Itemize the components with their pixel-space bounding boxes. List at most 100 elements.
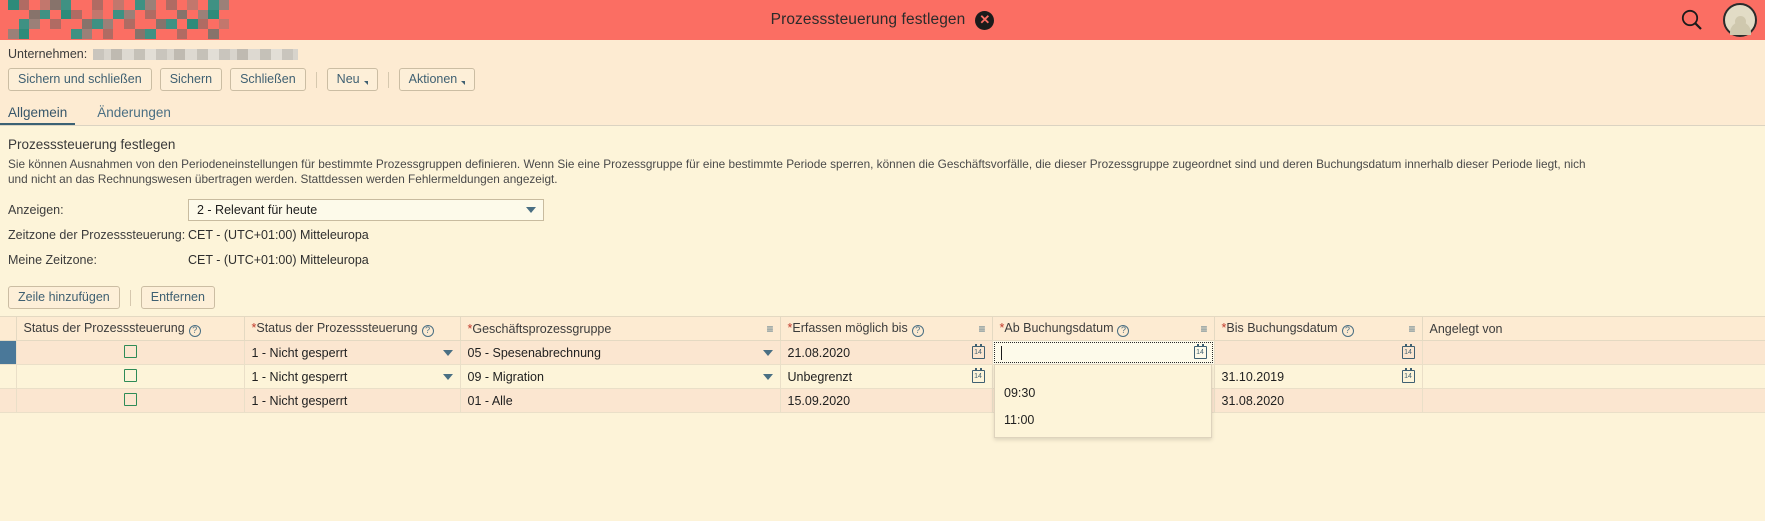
row-selection-marker[interactable] — [0, 388, 17, 413]
section-title: Prozesssteuerung festlegen — [8, 137, 176, 152]
help-icon[interactable]: ? — [188, 324, 201, 337]
posting-from-input[interactable]: 14 — [993, 342, 1213, 363]
th-text: Ab Buchungsdatum — [1004, 321, 1114, 336]
action-toolbar: Sichern und schließen Sichern Schließen … — [8, 62, 1757, 98]
tab-allgemein[interactable]: Allgemein — [0, 105, 76, 126]
add-row-button[interactable]: Zeile hinzufügen — [8, 286, 120, 309]
sort-filter-icon[interactable]: ≡ — [978, 322, 985, 336]
close-icon[interactable]: ✕ — [975, 10, 995, 30]
sort-filter-icon[interactable]: ≡ — [766, 322, 773, 336]
cell-inner: 05 - Spesenabrechnung — [468, 341, 773, 364]
cell-capture-until[interactable]: 15.09.2020 — [780, 388, 993, 413]
th-text: Status der Prozesssteuerung — [256, 321, 418, 336]
cell-group[interactable]: 09 - Migration — [460, 364, 781, 389]
cell-status[interactable]: 1 - Nicht gesperrt — [244, 388, 461, 413]
cell-inner: 09 - Migration — [468, 365, 773, 388]
top-app-bar: Prozesssteuerung festlegen ✕ — [0, 0, 1765, 40]
th-status-der-prozesssteuerung-readonly[interactable]: Status der Prozesssteuerung? — [16, 316, 245, 341]
company-label: Unternehmen: — [8, 46, 88, 61]
calendar-icon-label: 14 — [1196, 349, 1204, 356]
table-toolbar-divider — [129, 289, 131, 306]
remove-row-button[interactable]: Entfernen — [140, 286, 215, 309]
th-inner: *Status der Prozesssteuerung? — [252, 321, 453, 337]
checkbox[interactable] — [123, 368, 137, 382]
help-icon[interactable]: ? — [911, 324, 924, 337]
chevron-down-icon[interactable] — [442, 373, 453, 380]
calendar-icon-label: 14 — [974, 373, 982, 380]
calendar-icon[interactable]: 14 — [971, 344, 985, 359]
chevron-down-icon — [363, 81, 368, 85]
calendar-icon[interactable]: 14 — [1401, 368, 1415, 383]
cell-capture-until[interactable]: 21.08.2020 14 — [780, 340, 993, 365]
th-inner: *Geschäftsprozessgruppe ≡ — [468, 321, 774, 336]
close-button[interactable]: Schließen — [230, 68, 306, 91]
calendar-icon[interactable]: 14 — [1193, 344, 1207, 359]
cell-status-readonly[interactable] — [16, 340, 245, 365]
cell-posting-to[interactable]: 14 — [1214, 340, 1423, 365]
th-status-der-prozesssteuerung[interactable]: *Status der Prozesssteuerung? — [244, 316, 461, 341]
avatar[interactable] — [1723, 3, 1757, 37]
zeitzone-prozesssteuerung-value: CET - (UTC+01:00) Mitteleuropa — [188, 227, 369, 242]
chevron-down-icon[interactable] — [762, 373, 773, 380]
cell-posting-to[interactable]: 31.10.2019 14 — [1214, 364, 1423, 389]
chevron-down-icon[interactable] — [762, 349, 773, 356]
cell-status-readonly[interactable] — [16, 388, 245, 413]
actions-menu-button[interactable]: Aktionen — [398, 68, 476, 91]
cell-capture-until[interactable]: Unbegrenzt 14 — [780, 364, 993, 389]
new-menu-button[interactable]: Neu — [326, 68, 378, 91]
toolbar-divider — [315, 71, 317, 88]
cell-inner: 31.10.2019 14 — [1222, 365, 1415, 388]
th-geschaeftsprozessgruppe[interactable]: *Geschäftsprozessgruppe ≡ — [460, 316, 781, 341]
cell-inner: 14 — [1222, 341, 1415, 364]
help-icon[interactable]: ? — [1117, 324, 1130, 337]
checkbox[interactable] — [123, 392, 137, 406]
help-icon[interactable]: ? — [1341, 324, 1354, 337]
cell-group-value: 05 - Spesenabrechnung — [467, 345, 601, 360]
table-row[interactable]: 1 - Nicht gesperrt 05 - Spesenabrechnung… — [0, 340, 1765, 365]
th-bis-buchungsdatum[interactable]: *Bis Buchungsdatum? ≡ — [1214, 316, 1423, 341]
cell-status-readonly[interactable] — [16, 364, 245, 389]
th-row-marker — [0, 316, 17, 341]
th-text: Geschäftsprozessgruppe — [472, 321, 612, 336]
chevron-down-icon[interactable] — [442, 349, 453, 356]
cell-status[interactable]: 1 - Nicht gesperrt — [244, 364, 461, 389]
th-erfassen-moeglich-bis[interactable]: *Erfassen möglich bis? ≡ — [780, 316, 993, 341]
top-bar-actions — [1679, 0, 1757, 40]
calendar-icon[interactable]: 14 — [1401, 344, 1415, 359]
table-row[interactable]: 1 - Nicht gesperrt 01 - Alle 15.09.2020 — [0, 388, 1765, 413]
row-selection-marker[interactable] — [0, 364, 17, 389]
cell-inner: 01 - Alle — [468, 389, 773, 412]
suggestion-option[interactable]: 11:00 — [995, 404, 1211, 437]
date-suggestion-dropdown[interactable]: 09:30 11:00 — [994, 363, 1212, 438]
cell-group[interactable]: 05 - Spesenabrechnung — [460, 340, 781, 365]
table-row[interactable]: 1 - Nicht gesperrt 09 - Migration Unbegr… — [0, 364, 1765, 389]
sort-filter-icon[interactable]: ≡ — [1408, 322, 1415, 336]
suggestion-option[interactable]: 09:30 — [995, 365, 1211, 404]
th-angelegt-von[interactable]: Angelegt von — [1422, 316, 1765, 341]
description-line-1: Sie können Ausnahmen von den Periodenein… — [8, 157, 1586, 171]
cell-group[interactable]: 01 - Alle — [460, 388, 781, 413]
description-line-2: und nicht an das Rechnungswesen übertrag… — [8, 172, 558, 186]
calendar-icon[interactable]: 14 — [971, 368, 985, 383]
cell-status[interactable]: 1 - Nicht gesperrt — [244, 340, 461, 365]
cell-inner: 1 - Nicht gesperrt — [252, 341, 453, 364]
th-label: *Bis Buchungsdatum? — [1222, 321, 1354, 337]
calendar-icon-label: 14 — [1404, 373, 1412, 380]
table-toolbar: Zeile hinzufügen Entfernen — [8, 272, 1757, 316]
sort-filter-icon[interactable]: ≡ — [1200, 322, 1207, 336]
th-ab-buchungsdatum[interactable]: *Ab Buchungsdatum? ≡ — [992, 316, 1215, 341]
row-selection-marker[interactable] — [0, 340, 17, 365]
anzeigen-select[interactable]: 2 - Relevant für heute — [188, 198, 544, 221]
cell-posting-to-value: 31.10.2019 — [1221, 369, 1285, 384]
cell-posting-to-value: 31.08.2020 — [1221, 393, 1285, 408]
field-row-zeitzone-prozesssteuerung: Zeitzone der Prozesssteuerung: CET - (UT… — [8, 222, 1757, 247]
help-icon[interactable]: ? — [421, 324, 434, 337]
cell-posting-from-focused[interactable]: 14 — [992, 340, 1215, 365]
cell-inner: 31.08.2020 — [1222, 389, 1415, 412]
tab-aenderungen[interactable]: Änderungen — [97, 105, 171, 126]
checkbox[interactable] — [123, 344, 137, 358]
search-icon[interactable] — [1679, 7, 1705, 33]
cell-posting-to[interactable]: 31.08.2020 — [1214, 388, 1423, 413]
save-button[interactable]: Sichern — [159, 68, 223, 91]
save-and-close-button[interactable]: Sichern und schließen — [8, 68, 152, 91]
